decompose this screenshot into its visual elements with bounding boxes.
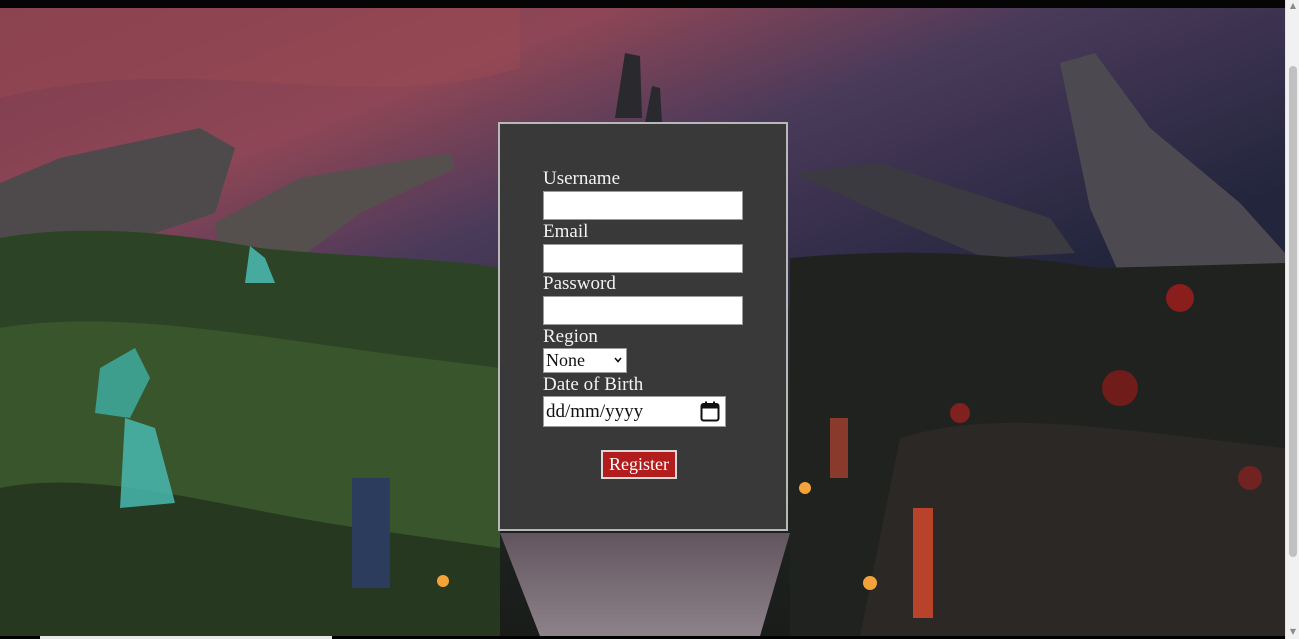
top-bar	[0, 0, 1285, 8]
browser-viewport: Username Email Password Region None Date…	[0, 0, 1299, 639]
username-label: Username	[543, 168, 621, 189]
scroll-down-arrow[interactable]: ▼	[1288, 627, 1298, 637]
vertical-scrollbar[interactable]: ▲ ▼	[1285, 0, 1299, 639]
password-label: Password	[543, 273, 616, 294]
calendar-icon[interactable]	[700, 401, 720, 422]
scroll-up-arrow[interactable]: ▲	[1288, 1, 1298, 11]
register-button[interactable]: Register	[601, 450, 677, 479]
chevron-down-icon	[614, 357, 622, 363]
dob-label: Date of Birth	[543, 374, 644, 395]
password-input[interactable]	[543, 296, 743, 325]
dob-placeholder: dd/mm/yyyy	[546, 401, 644, 422]
region-select[interactable]: None	[543, 348, 627, 373]
email-label: Email	[543, 221, 589, 242]
region-label: Region	[543, 326, 598, 347]
scrollbar-thumb[interactable]	[1289, 66, 1297, 557]
email-input[interactable]	[543, 244, 743, 273]
registration-form: Username Email Password Region None Date…	[498, 122, 788, 531]
username-input[interactable]	[543, 191, 743, 220]
region-selected-value: None	[546, 350, 585, 370]
dob-input[interactable]: dd/mm/yyyy	[543, 396, 726, 427]
